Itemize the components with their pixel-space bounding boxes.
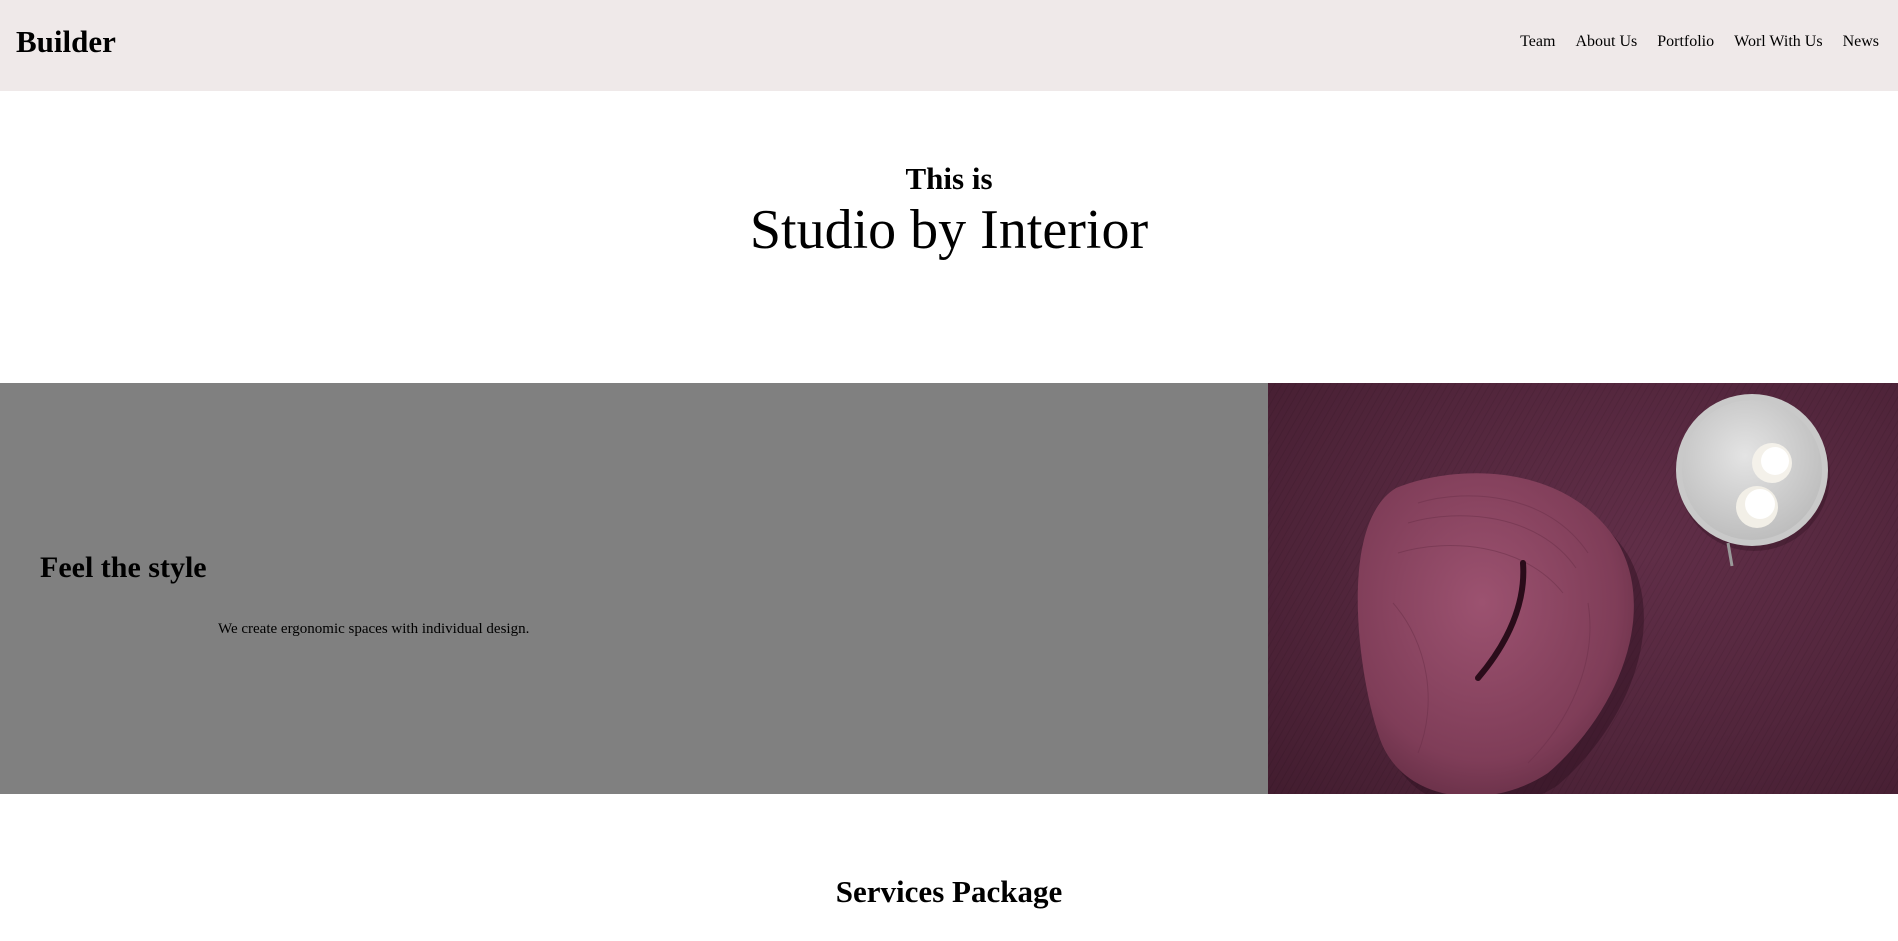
hero-kicker: This is (905, 161, 993, 196)
nav-item-portfolio[interactable]: Portfolio (1657, 32, 1714, 52)
nav-item-news[interactable]: News (1843, 32, 1879, 52)
feature-section: Feel the style We create ergonomic space… (0, 383, 1898, 794)
main-nav: Team About Us Portfolio Worl With Us New… (1520, 32, 1879, 52)
brand-logo[interactable]: Builder (16, 24, 116, 60)
feature-description: We create ergonomic spaces with individu… (218, 621, 530, 637)
armchair-photo-illustration (1268, 383, 1898, 794)
cup-rim (1745, 489, 1775, 519)
nav-item-about-us[interactable]: About Us (1575, 32, 1637, 52)
hero-title: Studio by Interior (749, 199, 1149, 261)
cup-rim (1761, 447, 1789, 475)
site-header: Builder Team About Us Portfolio Worl Wit… (0, 0, 1898, 91)
feature-heading: Feel the style (40, 551, 207, 584)
hero-section: This is Studio by Interior (0, 91, 1898, 383)
nav-item-work-with-us[interactable]: Worl With Us (1734, 32, 1822, 52)
nav-item-team[interactable]: Team (1520, 32, 1555, 52)
services-title: Services Package (835, 874, 1063, 909)
services-section: Services Package (0, 794, 1898, 941)
feature-text-panel: Feel the style We create ergonomic space… (0, 383, 1268, 794)
feature-image (1268, 383, 1898, 794)
